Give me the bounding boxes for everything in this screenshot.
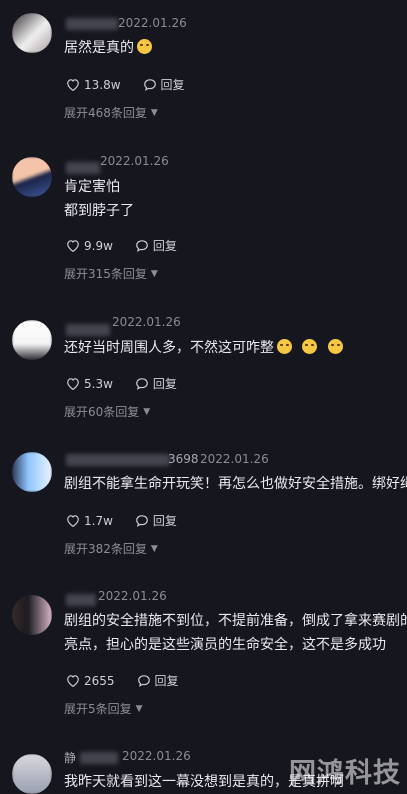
comment-text-line: 都到脖子了 [64,203,134,219]
speech-bubble-icon [136,378,148,390]
caret-down-icon: ▼ [150,268,158,279]
username-blurred[interactable] [66,18,118,30]
expand-replies-link[interactable]: 展开60条回复 ▼ [64,403,150,420]
comment-actions: 1.7w 回复 [66,512,199,529]
heart-icon [67,515,79,527]
reply-button[interactable]: 回复 [135,512,177,529]
username-blurred[interactable] [66,324,110,336]
expand-replies-link[interactable]: 展开5条回复 ▼ [64,700,143,717]
caret-down-icon: ▼ [150,543,158,554]
comment-actions: 5.3w 回复 [66,375,199,392]
reply-button[interactable]: 回复 [135,237,177,254]
expand-replies-label: 展开60条回复 [64,405,140,419]
comment-text: 肯定害怕 都到脖子了 [64,175,134,223]
like-count: 9.9w [84,238,113,253]
heart-icon [67,378,79,390]
username-blurred[interactable] [66,162,100,174]
comment-text: 剧组的安全措施不到位，不提前准备，倒成了拿来赛剧的 亮点，担心的是这些演员的生命… [64,609,407,657]
avatar[interactable] [12,157,52,197]
avatar[interactable] [12,754,52,794]
heart-icon [67,79,79,91]
expand-replies-label: 展开468条回复 [64,106,147,120]
expand-replies-label: 展开5条回复 [64,702,132,716]
comment-actions: 9.9w 回复 [66,237,199,254]
reply-button[interactable]: 回复 [137,672,179,689]
avatar[interactable] [12,320,52,360]
caret-down-icon: ▼ [150,107,158,118]
avatar[interactable] [12,595,52,635]
reply-button[interactable]: 回复 [143,76,185,93]
reply-label: 回复 [152,377,177,391]
avatar[interactable] [12,452,52,492]
heart-icon [67,240,79,252]
like-count: 1.7w [84,513,113,528]
caret-down-icon: ▼ [143,406,151,417]
emoji-icon [137,39,152,54]
comment-date: 2022.01.26 [112,315,181,329]
reply-label: 回复 [152,239,177,253]
comment-text-line: 肯定害怕 [64,179,120,195]
reply-button[interactable]: 回复 [135,375,177,392]
like-button[interactable]: 1.7w [66,514,113,528]
speech-bubble-icon [143,79,156,91]
like-button[interactable]: 5.3w [66,377,113,391]
username-suffix[interactable]: 3698 [168,452,199,466]
username-blurred[interactable] [66,454,170,466]
username-prefix[interactable]: 静 [64,749,76,766]
expand-replies-link[interactable]: 展开382条回复 ▼ [64,540,158,557]
comment-text-line: 居然是真的 [64,40,134,56]
comment-text: 剧组不能拿生命开玩笑！再怎么也做好安全措施。绑好绳 [64,472,407,496]
comment-text-line: 剧组的安全措施不到位，不提前准备，倒成了拿来赛剧的 [64,613,407,629]
comment-text-line: 剧组不能拿生命开玩笑！再怎么也做好安全措施。绑好绳 [64,476,407,492]
comment-date: 2022.01.26 [122,749,191,763]
comment-text-line: 还好当时周围人多，不然这可咋整 [64,340,274,356]
like-count: 13.8w [84,77,121,92]
comment-date: 2022.01.26 [98,589,167,603]
like-count: 2655 [84,673,115,688]
comment-date: 2022.01.26 [100,154,169,168]
comment-date: 2022.01.26 [200,452,269,466]
speech-bubble-icon [136,240,148,252]
expand-replies-link[interactable]: 展开468条回复 ▼ [64,104,158,121]
expand-replies-label: 展开315条回复 [64,267,147,281]
username-blurred[interactable] [80,752,118,764]
expand-replies-link[interactable]: 展开315条回复 ▼ [64,265,158,282]
caret-down-icon: ▼ [135,703,143,714]
avatar[interactable] [12,13,52,53]
comment-text: 居然是真的 [64,36,155,60]
comment-text: 还好当时周围人多，不然这可咋整 [64,336,346,360]
speech-bubble-icon [136,515,148,527]
reply-label: 回复 [154,674,179,688]
emoji-icon [277,339,292,354]
like-button[interactable]: 2655 [66,674,115,688]
emoji-icon [327,339,343,354]
comment-text-line: 亮点，担心的是这些演员的生命安全，这不是多成功 [64,637,386,653]
comment-actions: 13.8w 回复 [66,76,207,93]
expand-replies-label: 展开382条回复 [64,542,147,556]
watermark: 网鸿科技 [289,758,401,789]
emoji-icon [302,339,318,354]
speech-bubble-icon [137,675,150,687]
heart-icon [67,675,79,687]
username-blurred[interactable] [66,594,96,606]
comment-actions: 2655 回复 [66,672,201,689]
reply-label: 回复 [152,514,177,528]
like-count: 5.3w [84,376,113,391]
reply-label: 回复 [160,78,185,92]
like-button[interactable]: 9.9w [66,239,113,253]
comment-date: 2022.01.26 [118,16,187,30]
like-button[interactable]: 13.8w [66,78,121,92]
